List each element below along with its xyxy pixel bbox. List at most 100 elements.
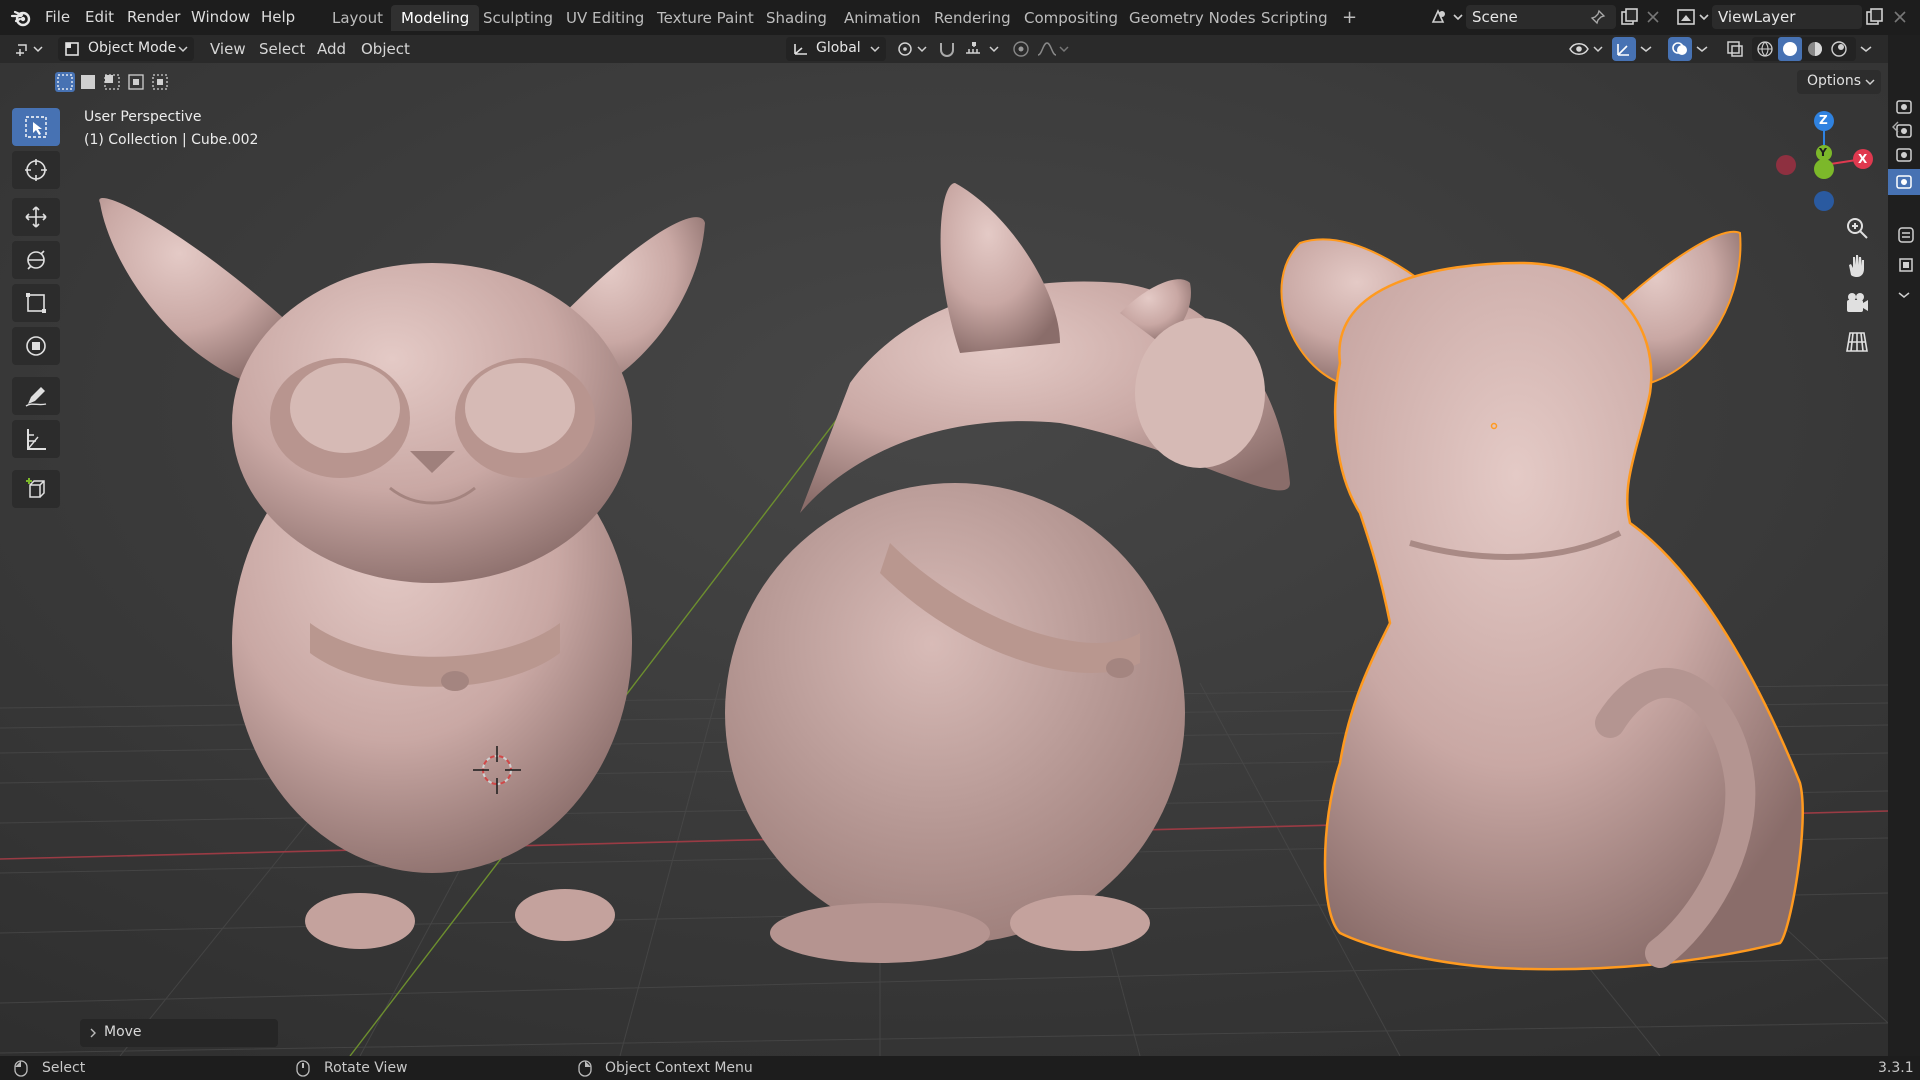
blender-logo-icon[interactable] <box>10 7 32 29</box>
gizmo-label-y: Y <box>1819 146 1827 159</box>
gizmo-label-z: Z <box>1819 113 1828 127</box>
scene-collection-toggle-icon[interactable] <box>1894 97 1914 117</box>
pivot-point-icon[interactable] <box>896 39 930 59</box>
select-new-icon[interactable] <box>54 72 76 92</box>
select-box-icon <box>25 116 47 138</box>
mode-dropdown[interactable]: Object Mode <box>58 37 194 61</box>
tab-animation[interactable]: Animation <box>834 5 930 31</box>
last-operator-panel[interactable]: Move <box>80 1019 278 1047</box>
view-layer-field[interactable]: ViewLayer <box>1712 5 1862 29</box>
transform-orientation-dropdown[interactable]: Global <box>786 37 886 61</box>
tab-uv-editing[interactable]: UV Editing <box>556 5 654 31</box>
select-intersect-icon[interactable] <box>150 72 172 92</box>
menu-file[interactable]: File <box>36 6 79 28</box>
tool-measure[interactable] <box>12 420 60 458</box>
chevron-down-icon <box>178 46 188 53</box>
mode-label: Object Mode <box>88 40 177 56</box>
tab-compositing[interactable]: Compositing <box>1014 5 1128 31</box>
gizmo-icon <box>1617 44 1629 56</box>
tab-geometry-nodes[interactable]: Geometry Nodes <box>1119 5 1266 31</box>
tool-annotate[interactable] <box>12 377 60 415</box>
solid-shading-button[interactable] <box>1778 37 1802 61</box>
mouse-middle-icon <box>296 1060 310 1077</box>
mouse-right-icon <box>578 1060 592 1077</box>
tab-sculpting[interactable]: Sculpting <box>473 5 563 31</box>
options-label: Options <box>1807 73 1862 89</box>
gizmo-toggle-button[interactable] <box>1612 37 1636 61</box>
3d-viewport[interactable]: Options User Perspective (1) Collection … <box>0 63 1888 1056</box>
add-workspace-button[interactable]: + <box>1332 5 1367 31</box>
gizmo-label-x: X <box>1858 152 1868 166</box>
options-button[interactable]: Options <box>1797 70 1881 94</box>
annotate-icon <box>25 387 47 407</box>
collection-label: (1) Collection | Cube.002 <box>84 132 259 148</box>
tab-texture-paint[interactable]: Texture Paint <box>647 5 764 31</box>
overlays-dropdown-icon[interactable] <box>1696 45 1708 53</box>
new-scene-icon[interactable] <box>1619 7 1639 27</box>
menu-add[interactable]: Add <box>317 37 346 61</box>
menu-window[interactable]: Window <box>182 6 259 28</box>
editor-type-dropdown[interactable] <box>10 37 50 61</box>
object-toggle-icon[interactable] <box>1896 255 1916 275</box>
chevron-down-icon <box>870 46 880 53</box>
menu-select[interactable]: Select <box>259 37 305 61</box>
snap-target-icon[interactable] <box>964 39 1004 59</box>
tab-scripting[interactable]: Scripting <box>1251 5 1338 31</box>
object-mode-icon <box>65 42 79 56</box>
tool-transform[interactable] <box>12 327 60 365</box>
camera-view-icon[interactable] <box>1840 287 1874 321</box>
falloff-icon[interactable] <box>1036 39 1072 59</box>
selection-mode-buttons <box>54 72 174 92</box>
delete-scene-icon[interactable] <box>1645 9 1661 25</box>
tab-shading[interactable]: Shading <box>756 5 837 31</box>
overlays-toggle-button[interactable] <box>1668 37 1692 61</box>
tool-select-box[interactable] <box>12 108 60 146</box>
new-view-layer-icon[interactable] <box>1864 7 1884 27</box>
delete-view-layer-icon[interactable] <box>1892 9 1908 25</box>
tool-add-cube[interactable] <box>12 470 60 508</box>
view-layer-icon[interactable] <box>1676 7 1710 27</box>
proportional-edit-icon[interactable] <box>1010 39 1032 59</box>
rotate-icon <box>27 250 45 270</box>
tool-move[interactable] <box>12 198 60 236</box>
sidebar-collapse-icon[interactable] <box>1890 120 1900 134</box>
tab-layout[interactable]: Layout <box>322 5 393 31</box>
visibility-icon[interactable] <box>1568 39 1604 59</box>
snap-icon[interactable] <box>936 39 958 59</box>
menu-edit[interactable]: Edit <box>76 6 123 28</box>
select-invert-icon[interactable] <box>126 72 148 92</box>
shading-dropdown-icon[interactable] <box>1860 45 1872 53</box>
perspective-label: User Perspective <box>84 109 202 125</box>
move-icon <box>25 206 47 228</box>
gizmo-dropdown-icon[interactable] <box>1640 45 1652 53</box>
menu-view[interactable]: View <box>210 37 246 61</box>
xray-icon[interactable] <box>1725 39 1745 59</box>
perspective-toggle-icon[interactable] <box>1840 325 1874 359</box>
overlays-icon <box>1672 42 1687 55</box>
active-strip-button[interactable] <box>1888 169 1920 195</box>
menu-object[interactable]: Object <box>361 37 410 61</box>
zoom-icon[interactable] <box>1840 211 1874 245</box>
properties-toggle-icon[interactable] <box>1896 225 1916 245</box>
chevron-right-icon <box>90 1028 96 1038</box>
select-subtract-icon[interactable] <box>102 72 124 92</box>
chevron-down-icon[interactable] <box>1898 291 1910 299</box>
measure-icon <box>27 429 46 450</box>
material-preview-icon[interactable] <box>1806 40 1824 58</box>
select-extend-icon[interactable] <box>78 72 100 92</box>
tab-rendering[interactable]: Rendering <box>924 5 1021 31</box>
viewport-scene <box>0 63 1888 1056</box>
tool-scale[interactable] <box>12 284 60 322</box>
menu-help[interactable]: Help <box>252 6 304 28</box>
tab-modeling[interactable]: Modeling <box>391 5 480 31</box>
tool-cursor[interactable] <box>12 151 60 189</box>
pan-hand-icon[interactable] <box>1840 249 1874 283</box>
scene-icon[interactable] <box>1430 7 1464 27</box>
pin-icon[interactable] <box>1590 9 1606 25</box>
camera-toggle-icon[interactable] <box>1894 145 1914 165</box>
tool-rotate[interactable] <box>12 241 60 279</box>
rendered-shading-icon[interactable] <box>1830 40 1848 58</box>
wireframe-shading-icon[interactable] <box>1756 40 1774 58</box>
menu-render[interactable]: Render <box>118 6 189 28</box>
solid-shading-icon <box>1783 42 1797 56</box>
